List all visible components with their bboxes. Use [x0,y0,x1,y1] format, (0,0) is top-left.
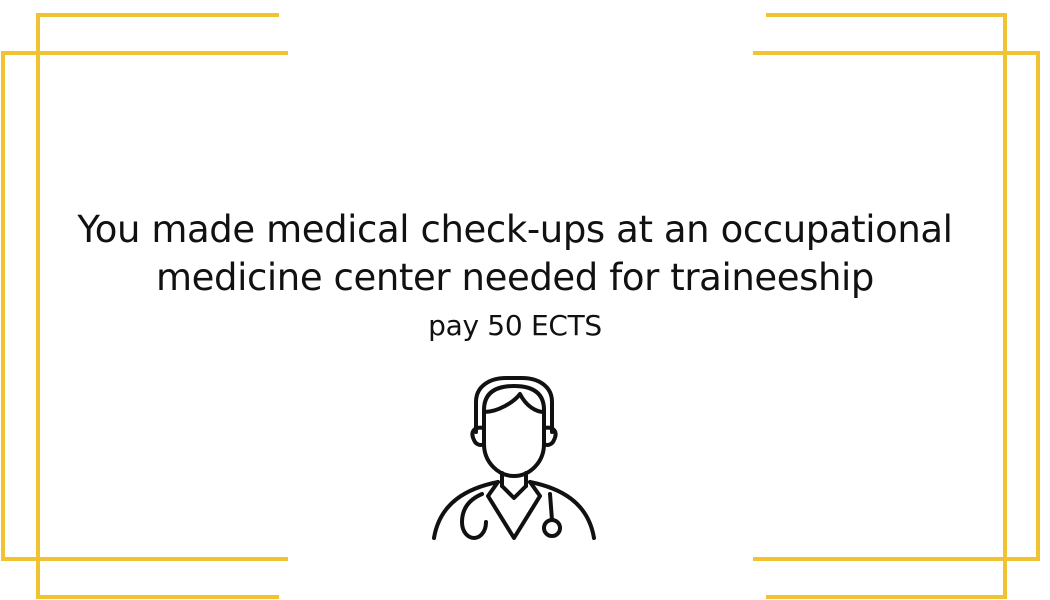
card-content: You made medical check-ups at an occupat… [0,0,1050,600]
card-title: You made medical check-ups at an occupat… [77,208,953,299]
event-card: You made medical check-ups at an occupat… [0,0,1050,600]
doctor-icon [432,376,596,540]
card-cost: pay 50 ECTS [428,309,602,342]
